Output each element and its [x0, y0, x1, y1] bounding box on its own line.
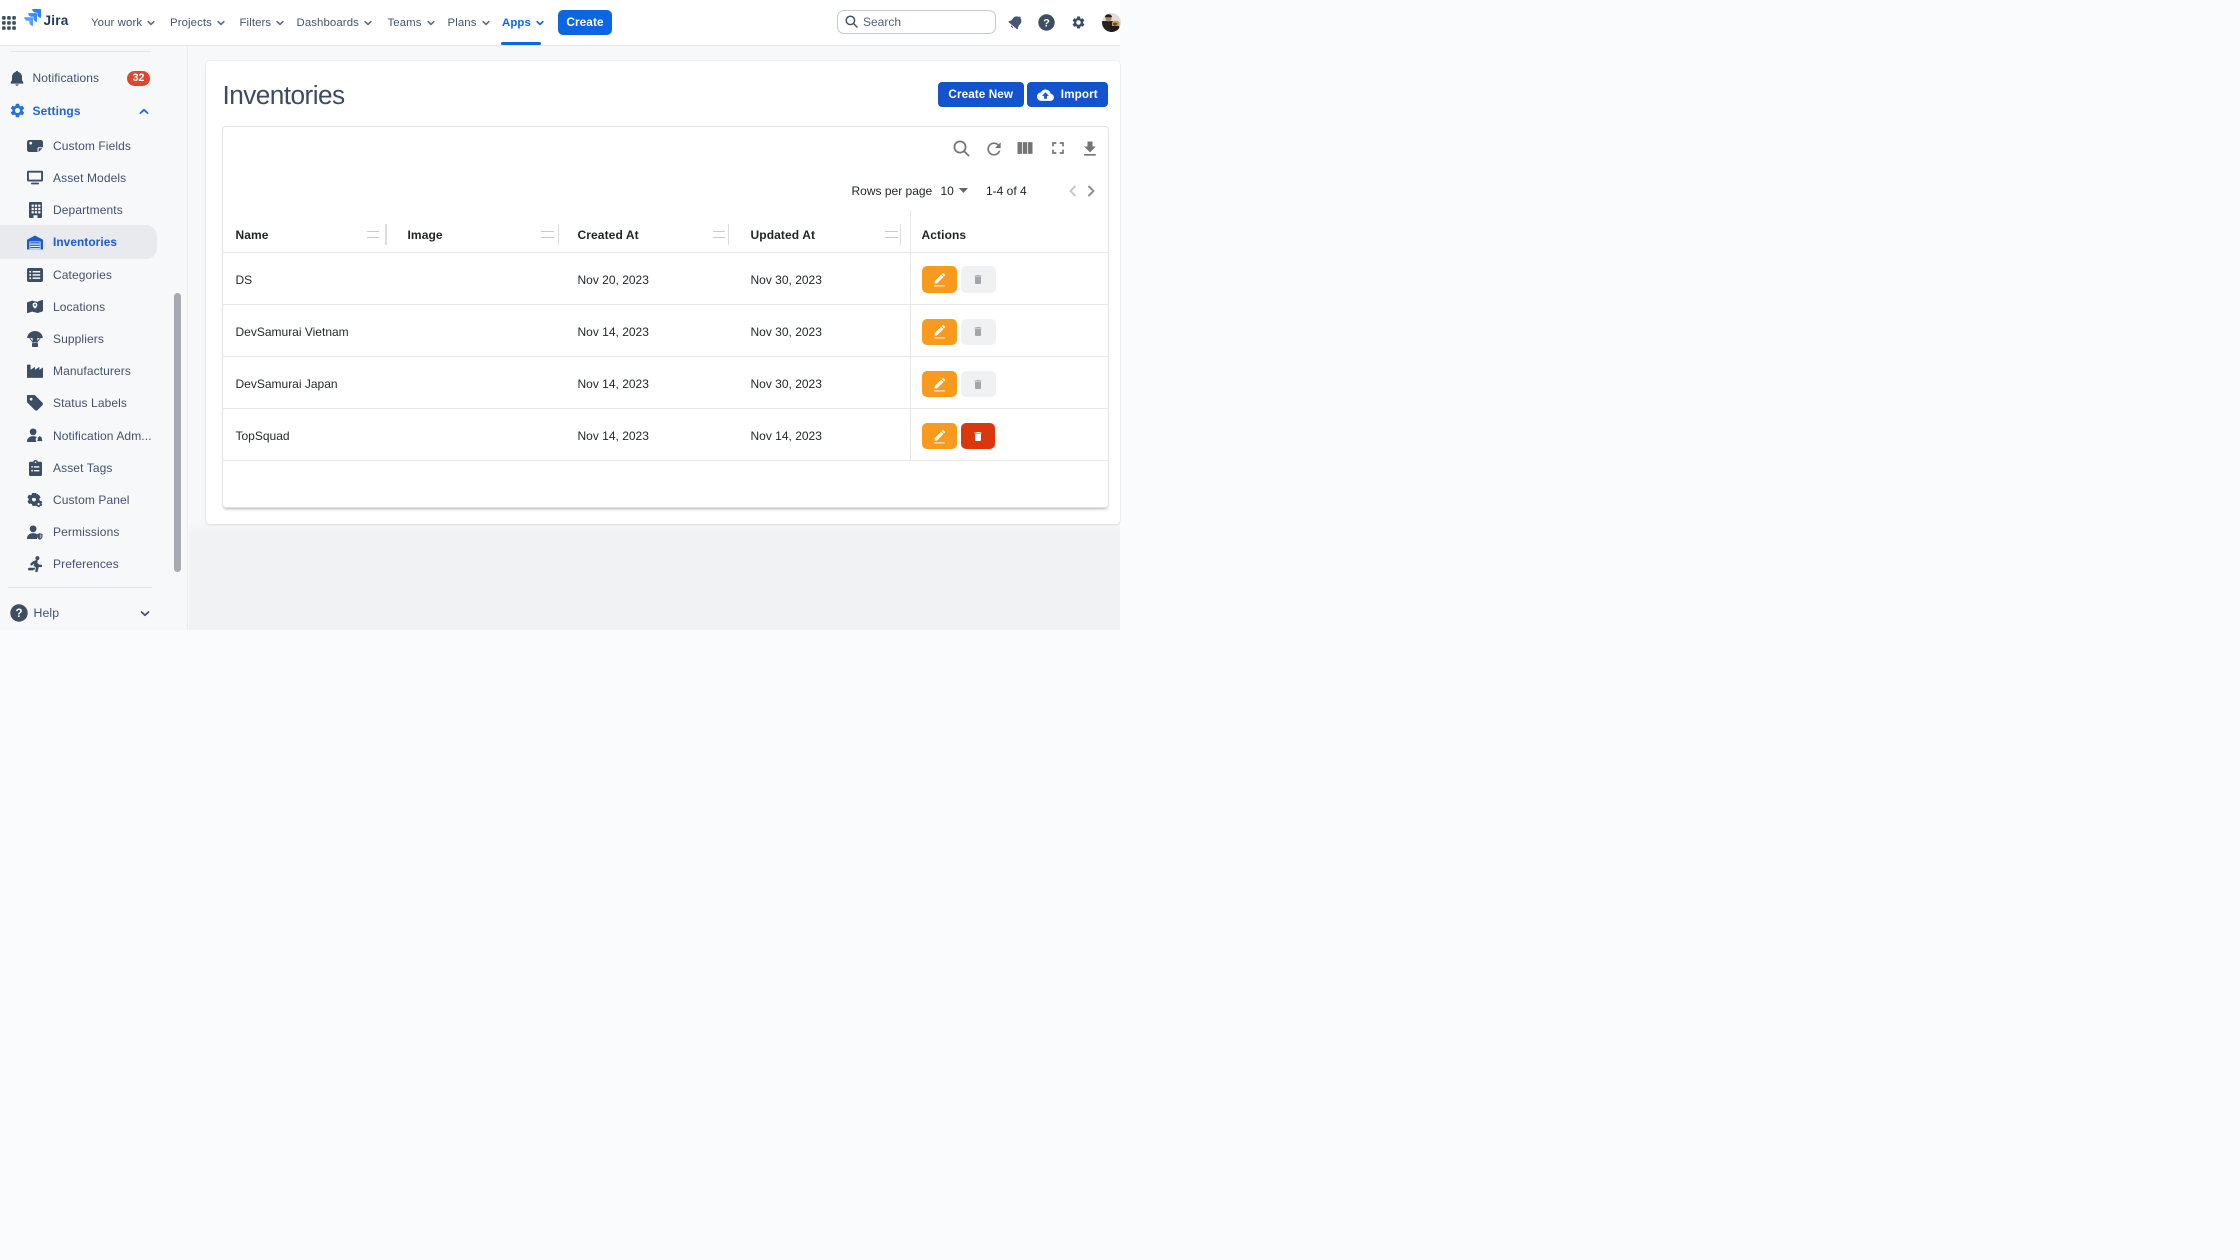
svg-text:?: ?: [1043, 17, 1050, 29]
svg-text:?: ?: [15, 608, 22, 620]
